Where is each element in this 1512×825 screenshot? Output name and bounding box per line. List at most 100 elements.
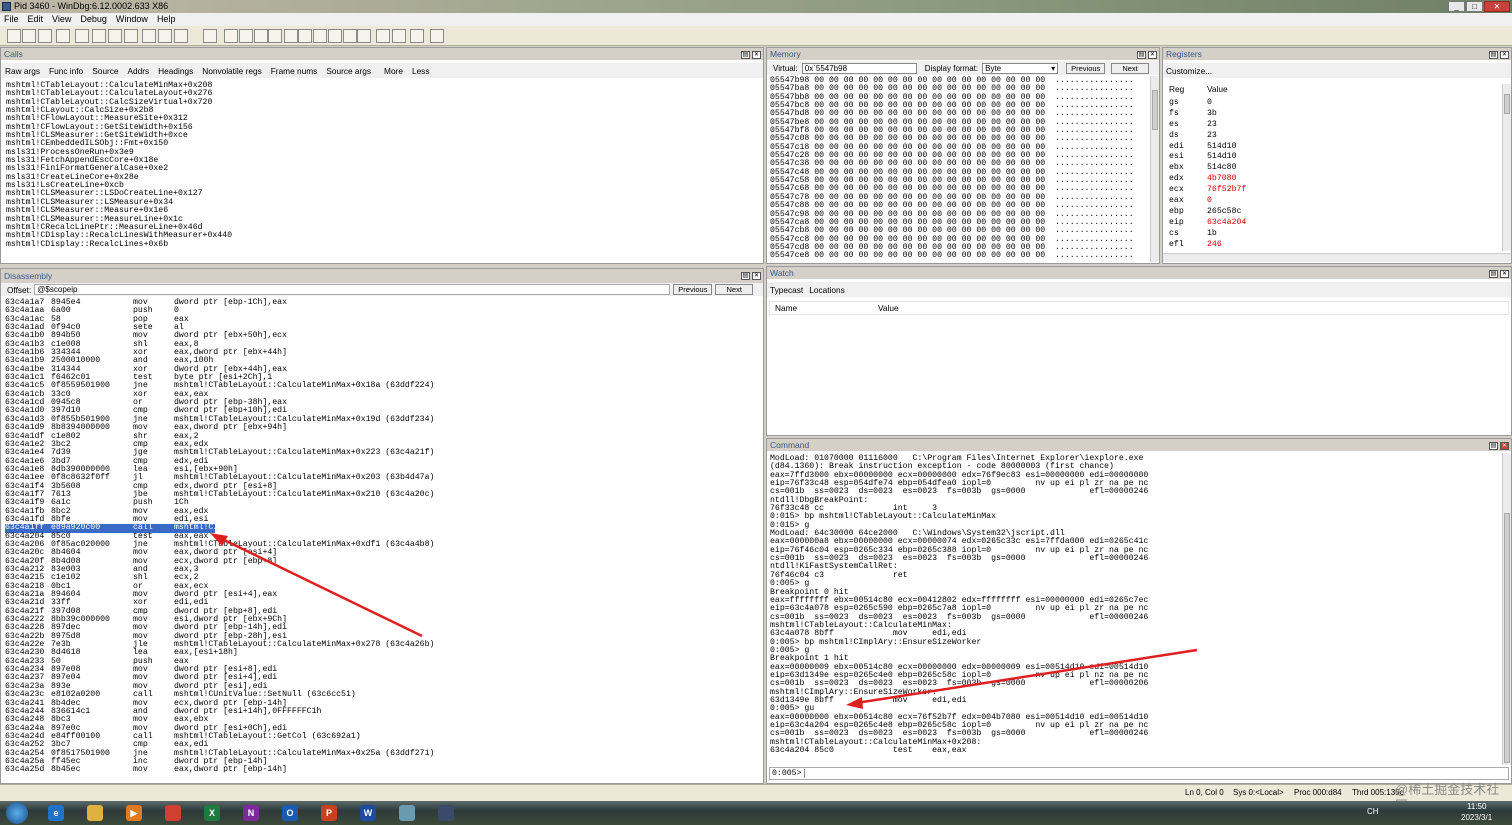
- pane-close-icon[interactable]: ✕: [1500, 442, 1509, 450]
- toolbar-button[interactable]: [410, 29, 424, 43]
- calls-option-headings[interactable]: Headings: [158, 66, 193, 76]
- pane-close-icon[interactable]: ✕: [1148, 51, 1157, 59]
- calls-option-less[interactable]: Less: [412, 66, 430, 76]
- disassembly-line[interactable]: 63c4a218 0bc1 or eax,ecx: [5, 582, 763, 591]
- disassembly-line[interactable]: 63c4a25a ff45ec inc dword ptr [ebp-14h]: [5, 757, 763, 766]
- disassembly-line[interactable]: 63c4a241 8b4dec mov ecx,dword ptr [ebp-14h]: [5, 699, 763, 708]
- toolbar-button[interactable]: [268, 29, 282, 43]
- disassembly-line[interactable]: 63c4a20f 8b4d08 mov ecx,dword ptr [ebp+8]: [5, 557, 763, 566]
- toolbar-button[interactable]: [92, 29, 106, 43]
- disassembly-line[interactable]: 63c4a24a 897e0c mov dword ptr [esi+0Ch],edi: [5, 724, 763, 733]
- disassembly-line[interactable]: 63c4a1e4 7d39 jge mshtml!CTableLayout::Calc…: [5, 448, 763, 457]
- disassembly-line[interactable]: 63c4a228 897dec mov dword ptr [ebp-14h],edi: [5, 624, 763, 633]
- command-scrollbar[interactable]: [1502, 453, 1511, 765]
- register-value[interactable]: 63c4a204: [1207, 218, 1246, 229]
- virtual-address-input[interactable]: 0x`5547b98: [801, 62, 917, 74]
- toolbar-button[interactable]: [328, 29, 342, 43]
- disassembly-line[interactable]: 63c4a21d 33ff xor edi,edi: [5, 599, 763, 608]
- register-value[interactable]: 514d10: [1207, 142, 1236, 153]
- menu-file[interactable]: File: [4, 13, 19, 26]
- register-value[interactable]: 246: [1207, 240, 1222, 251]
- toolbar-button[interactable]: [124, 29, 138, 43]
- calls-option-frame-nums[interactable]: Frame nums: [271, 66, 318, 76]
- toolbar-button[interactable]: [392, 29, 406, 43]
- disassembly-line[interactable]: 63c4a244 836614c1 and dword ptr [esi+14h],0…: [5, 707, 763, 716]
- disassembly-line[interactable]: 63c4a206 0f85ac020000 jne mshtml!CTableLayo…: [5, 540, 763, 549]
- disassembly-line[interactable]: 63c4a1f7 7613 jbe mshtml!CTableLayout::Calc…: [5, 490, 763, 499]
- disassembly-line[interactable]: 63c4a230 8d4618 lea eax,[esi+18h]: [5, 649, 763, 658]
- memory-scrollbar[interactable]: [1150, 76, 1159, 262]
- register-value[interactable]: 514d10: [1207, 152, 1236, 163]
- offset-input[interactable]: @$scopeip: [34, 284, 671, 295]
- clock-date[interactable]: 2023/3/1: [1461, 813, 1492, 822]
- register-value[interactable]: 0: [1207, 196, 1212, 207]
- disassembly-line[interactable]: 63c4a1b3 c1e008 shl eax,8: [5, 340, 763, 349]
- disassembly-line[interactable]: 63c4a1be 314344 xor dword ptr [ebx+44h],eax: [5, 365, 763, 374]
- language-indicator[interactable]: CH: [1367, 807, 1379, 816]
- disassembly-line[interactable]: 63c4a22e 7e3b jle mshtml!CTableLayout::Calc…: [5, 640, 763, 649]
- disassembly-line[interactable]: 63c4a248 8bc3 mov eax,ebx: [5, 715, 763, 724]
- calls-option-more[interactable]: More: [384, 66, 403, 76]
- pane-close-icon[interactable]: ✕: [1500, 270, 1509, 278]
- register-value[interactable]: 23: [1207, 131, 1217, 142]
- watch-locations-tab[interactable]: Locations: [809, 285, 845, 295]
- menu-debug[interactable]: Debug: [80, 13, 107, 26]
- register-value[interactable]: 1b: [1207, 229, 1217, 240]
- disassembly-line[interactable]: 63c4a25d 8b45ec mov eax,dword ptr [ebp-14h]: [5, 765, 763, 774]
- toolbar-button[interactable]: [203, 29, 217, 43]
- disassembly-next-button[interactable]: Next: [715, 284, 753, 295]
- disassembly-line[interactable]: 63c4a1a7 8945e4 mov dword ptr [ebp-1Ch],eax: [5, 298, 763, 307]
- taskbar-app[interactable]: ▶: [117, 803, 151, 823]
- taskbar-app[interactable]: [78, 803, 112, 823]
- disassembly-line[interactable]: 63c4a1d9 8b8394000000 mov eax,dword ptr [eb…: [5, 423, 763, 432]
- calls-option-raw-args[interactable]: Raw args: [5, 66, 40, 76]
- toolbar-button[interactable]: [298, 29, 312, 43]
- menu-help[interactable]: Help: [157, 13, 176, 26]
- memory-previous-button[interactable]: Previous: [1066, 62, 1106, 74]
- taskbar-app[interactable]: N: [234, 803, 268, 823]
- memory-next-button[interactable]: Next: [1111, 62, 1149, 74]
- pane-dock-icon[interactable]: ▤: [1489, 442, 1498, 450]
- disassembly-line[interactable]: 63c4a233 50 push eax: [5, 657, 763, 666]
- toolbar-button[interactable]: [284, 29, 298, 43]
- toolbar-button[interactable]: [343, 29, 357, 43]
- taskbar-app[interactable]: [429, 803, 463, 823]
- pane-dock-icon[interactable]: ▤: [1489, 51, 1498, 59]
- pane-close-icon[interactable]: ✕: [752, 51, 761, 59]
- value-column-header[interactable]: Value: [1207, 84, 1228, 94]
- maximize-button[interactable]: □: [1466, 1, 1483, 12]
- disassembly-line[interactable]: 63c4a212 83e003 and eax,3: [5, 565, 763, 574]
- disassembly-line[interactable]: 63c4a1b0 894b50 mov dword ptr [ebx+50h],ecx: [5, 332, 763, 341]
- pane-dock-icon[interactable]: ▤: [741, 51, 750, 59]
- register-value[interactable]: 4b7080: [1207, 174, 1236, 185]
- start-button[interactable]: [6, 802, 28, 824]
- disassembly-line[interactable]: 63c4a1fb 8bc2 mov eax,edx: [5, 507, 763, 516]
- register-value[interactable]: 514c80: [1207, 163, 1236, 174]
- toolbar-button[interactable]: [224, 29, 238, 43]
- taskbar-app[interactable]: e: [39, 803, 73, 823]
- disassembly-line[interactable]: 63c4a1f9 6a1c push 1Ch: [5, 498, 763, 507]
- disassembly-line[interactable]: 63c4a1c5 0f8559501900 jne mshtml!CTableLayo…: [5, 382, 763, 391]
- disassembly-line[interactable]: 63c4a1cd 0945c8 or dword ptr [ebp-38h],eax: [5, 398, 763, 407]
- toolbar-button[interactable]: [7, 29, 21, 43]
- clock-time[interactable]: 11:50: [1467, 802, 1486, 811]
- toolbar-button[interactable]: [254, 29, 268, 43]
- pane-close-icon[interactable]: ✕: [1500, 51, 1509, 59]
- disassembly-line[interactable]: 63c4a23a 893e mov dword ptr [esi],edi: [5, 682, 763, 691]
- disassembly-line[interactable]: 63c4a222 8bb39c000000 mov esi,dword ptr [eb…: [5, 615, 763, 624]
- menu-view[interactable]: View: [52, 13, 71, 26]
- taskbar-app[interactable]: X: [195, 803, 229, 823]
- taskbar-app[interactable]: [156, 803, 190, 823]
- register-value[interactable]: 23: [1207, 120, 1217, 131]
- disassembly-line[interactable]: 63c4a1aa 6a00 push 0: [5, 306, 763, 315]
- watch-typecast-tab[interactable]: Typecast: [770, 285, 803, 295]
- disassembly-line[interactable]: 63c4a21a 894604 mov dword ptr [esi+4],eax: [5, 590, 763, 599]
- close-button[interactable]: ✕: [1484, 1, 1510, 12]
- toolbar-button[interactable]: [75, 29, 89, 43]
- disassembly-line[interactable]: 63c4a1e6 3bd7 cmp edx,edi: [5, 457, 763, 466]
- disassembly-line[interactable]: 63c4a1ee 0f8c8632f0ff jl mshtml!CTableLayou…: [5, 473, 763, 482]
- toolbar-button[interactable]: [376, 29, 390, 43]
- disassembly-line[interactable]: 63c4a21f 397d08 cmp dword ptr [ebp+8],edi: [5, 607, 763, 616]
- watch-value-column[interactable]: Value: [878, 302, 899, 315]
- toolbar-button[interactable]: [142, 29, 156, 43]
